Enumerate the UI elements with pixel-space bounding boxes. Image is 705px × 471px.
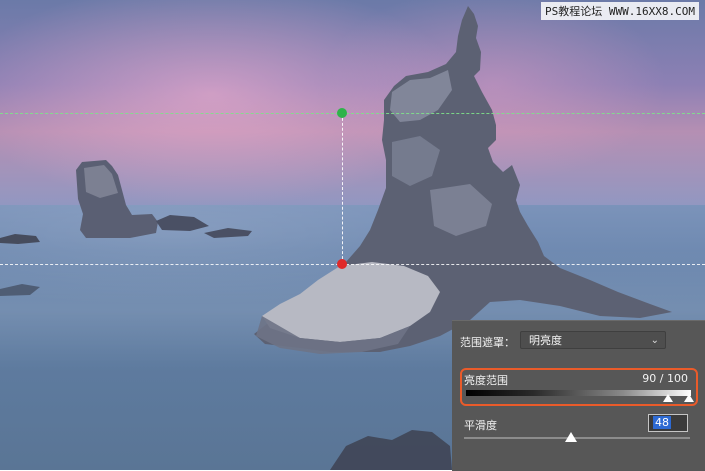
range-mask-row: 范围遮罩： 明亮度 ⌄ [452, 331, 705, 351]
smoothness-input[interactable]: 48 [648, 414, 688, 432]
smoothness-value: 48 [653, 416, 671, 429]
smoothness-label: 平滑度 [464, 419, 497, 432]
lower-sample-point[interactable] [337, 259, 347, 269]
low-rocks-right [204, 228, 252, 238]
distant-rock [0, 284, 40, 296]
range-mask-panel: 范围遮罩： 明亮度 ⌄ 亮度范围 90 / 100 平滑度 48 [452, 320, 705, 471]
upper-sample-point[interactable] [337, 108, 347, 118]
smoothness-slider[interactable] [464, 437, 690, 439]
foreground-rocks [330, 430, 452, 470]
brightness-range-right-handle[interactable] [684, 394, 694, 402]
vertical-guide-line [342, 113, 343, 264]
smoothness-thumb[interactable] [565, 432, 577, 442]
upper-guide-line [0, 113, 705, 114]
watermark: PS教程论坛 WWW.16XX8.COM [541, 2, 699, 20]
chevron-down-icon: ⌄ [650, 335, 659, 346]
range-mask-label: 范围遮罩： [460, 336, 515, 349]
low-rocks-left [0, 234, 40, 244]
range-mask-value: 明亮度 [529, 334, 562, 347]
brightness-range-left-handle[interactable] [663, 394, 673, 402]
range-mask-select[interactable]: 明亮度 ⌄ [520, 331, 666, 349]
low-rocks-mid [156, 215, 209, 231]
brightness-range-value: 90 / 100 [642, 372, 688, 385]
brightness-range-label: 亮度范围 [464, 374, 508, 387]
lower-guide-line [0, 264, 705, 265]
brightness-range-slider[interactable] [466, 390, 691, 396]
